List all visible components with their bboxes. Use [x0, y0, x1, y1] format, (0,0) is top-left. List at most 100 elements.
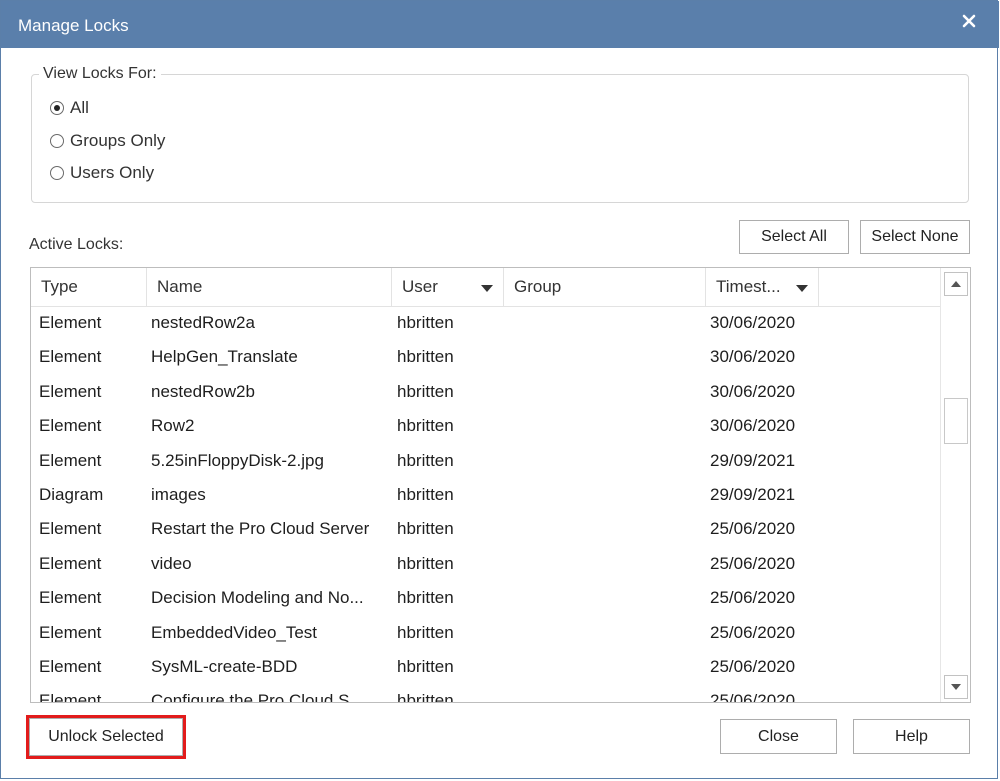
cell-user: hbritten	[397, 553, 454, 573]
cell-timestamp: 25/06/2020	[710, 519, 796, 539]
triangle-up-icon	[951, 281, 961, 287]
table-row[interactable]: Element SysML-create-BDD hbritten 25/06/202…	[31, 650, 941, 684]
cell-type: Element	[39, 691, 102, 703]
radio-all-label: All	[70, 98, 89, 117]
cell-group	[512, 650, 702, 684]
cell-name: Row2	[151, 416, 195, 436]
cell-user: hbritten	[397, 416, 454, 436]
table-row[interactable]: Element 5.25inFloppyDisk-2.jpg hbritten 29/…	[31, 444, 941, 478]
table-row[interactable]: Element video hbritten 25/06/2020	[31, 547, 941, 581]
radio-groups-only-label: Groups Only	[70, 131, 166, 150]
cell-timestamp: 25/06/2020	[710, 588, 796, 608]
cell-timestamp: 30/06/2020	[710, 416, 796, 436]
table-row[interactable]: Element Decision Modeling and No... hbritt…	[31, 581, 941, 615]
cell-type: Element	[39, 313, 102, 332]
cell-type: Diagram	[39, 484, 104, 504]
window-title: Manage Locks	[18, 16, 129, 35]
column-header-type-label: Type	[41, 277, 78, 296]
cell-group	[512, 547, 702, 581]
cell-user: hbritten	[397, 381, 454, 401]
cell-name: 5.25inFloppyDisk-2.jpg	[151, 450, 324, 470]
cell-timestamp: 25/06/2020	[710, 622, 796, 642]
cell-timestamp: 30/06/2020	[710, 381, 796, 401]
radio-all[interactable]: All	[50, 97, 89, 119]
column-header-timestamp[interactable]: Timest...	[706, 268, 819, 306]
cell-timestamp: 25/06/2020	[710, 691, 796, 703]
radio-users-only-indicator[interactable]	[50, 166, 64, 180]
select-all-button[interactable]: Select All	[739, 220, 849, 254]
column-header-timestamp-label: Timest...	[716, 277, 781, 296]
manage-locks-dialog: Manage Locks View Locks For: All Groups …	[0, 0, 999, 779]
cell-name: Configure the Pro Cloud S...	[151, 691, 364, 703]
list-header: Type Name User Group Timest...	[31, 268, 941, 307]
cell-group	[512, 409, 702, 443]
radio-users-only-label: Users Only	[70, 163, 155, 182]
scroll-up-button[interactable]	[944, 272, 968, 296]
scroll-thumb[interactable]	[944, 398, 968, 444]
triangle-down-icon	[951, 684, 961, 690]
close-icon[interactable]	[957, 9, 981, 33]
cell-timestamp: 29/09/2021	[710, 484, 796, 504]
help-button[interactable]: Help	[853, 719, 970, 754]
cell-type: Element	[39, 416, 102, 436]
table-row[interactable]: Element Restart the Pro Cloud Server hbrit…	[31, 512, 941, 546]
column-header-type[interactable]: Type	[31, 268, 147, 306]
table-row[interactable]: Element Configure the Pro Cloud S... hbrit…	[31, 684, 941, 703]
column-header-user-label: User	[402, 277, 438, 296]
cell-user: hbritten	[397, 347, 454, 367]
column-header-user[interactable]: User	[392, 268, 504, 306]
view-locks-legend: View Locks For:	[39, 65, 161, 83]
active-locks-label: Active Locks:	[29, 236, 124, 253]
list-rows: Element nestedRow2a hbritten 30/06/2020 Ele…	[31, 306, 941, 703]
vertical-scrollbar[interactable]	[940, 268, 970, 702]
radio-users-only[interactable]: Users Only	[50, 162, 154, 184]
sort-down-icon	[796, 285, 808, 292]
cell-user: hbritten	[397, 622, 454, 642]
table-row[interactable]: Diagram images hbritten 29/09/2021	[31, 478, 941, 512]
unlock-selected-button[interactable]: Unlock Selected	[29, 718, 183, 756]
sort-down-icon	[481, 285, 493, 292]
cell-type: Element	[39, 656, 102, 676]
cell-user: hbritten	[397, 588, 454, 608]
cell-group	[512, 444, 702, 478]
cell-name: HelpGen_Translate	[151, 347, 298, 367]
cell-name: SysML-create-BDD	[151, 656, 298, 676]
cell-user: hbritten	[397, 691, 454, 703]
cell-user: hbritten	[397, 519, 454, 539]
select-none-button[interactable]: Select None	[860, 220, 970, 254]
cell-timestamp: 30/06/2020	[710, 347, 796, 367]
radio-groups-only-indicator[interactable]	[50, 134, 64, 148]
cell-user: hbritten	[397, 484, 454, 504]
cell-group	[512, 512, 702, 546]
column-header-name-label: Name	[157, 277, 203, 296]
column-header-group[interactable]: Group	[504, 268, 706, 306]
cell-user: hbritten	[397, 313, 454, 332]
title-bar: Manage Locks	[1, 1, 999, 48]
table-row[interactable]: Element HelpGen_Translate hbritten 30/06/20…	[31, 340, 941, 374]
cell-group	[512, 478, 702, 512]
cell-group	[512, 306, 702, 340]
cell-timestamp: 25/06/2020	[710, 656, 796, 676]
cell-user: hbritten	[397, 656, 454, 676]
cell-user: hbritten	[397, 450, 454, 470]
radio-groups-only[interactable]: Groups Only	[50, 130, 165, 152]
locks-list[interactable]: Type Name User Group Timest... Element ne…	[30, 267, 971, 703]
table-row[interactable]: Element Row2 hbritten 30/06/2020	[31, 409, 941, 443]
cell-timestamp: 30/06/2020	[710, 313, 796, 332]
radio-all-indicator[interactable]	[50, 101, 64, 115]
cell-group	[512, 684, 702, 702]
table-row[interactable]: Element EmbeddedVideo_Test hbritten 25/06/2…	[31, 616, 941, 650]
close-button[interactable]: Close	[720, 719, 837, 754]
cell-name: nestedRow2a	[151, 313, 255, 332]
cell-name: nestedRow2b	[151, 381, 255, 401]
cell-name: Decision Modeling and No...	[151, 588, 364, 608]
cell-type: Element	[39, 588, 102, 608]
column-header-name[interactable]: Name	[147, 268, 392, 306]
table-row[interactable]: Element nestedRow2a hbritten 30/06/2020	[31, 306, 941, 340]
table-row[interactable]: Element nestedRow2b hbritten 30/06/2020	[31, 375, 941, 409]
cell-timestamp: 25/06/2020	[710, 553, 796, 573]
cell-type: Element	[39, 347, 102, 367]
cell-type: Element	[39, 622, 102, 642]
scroll-down-button[interactable]	[944, 675, 968, 699]
cell-type: Element	[39, 519, 102, 539]
